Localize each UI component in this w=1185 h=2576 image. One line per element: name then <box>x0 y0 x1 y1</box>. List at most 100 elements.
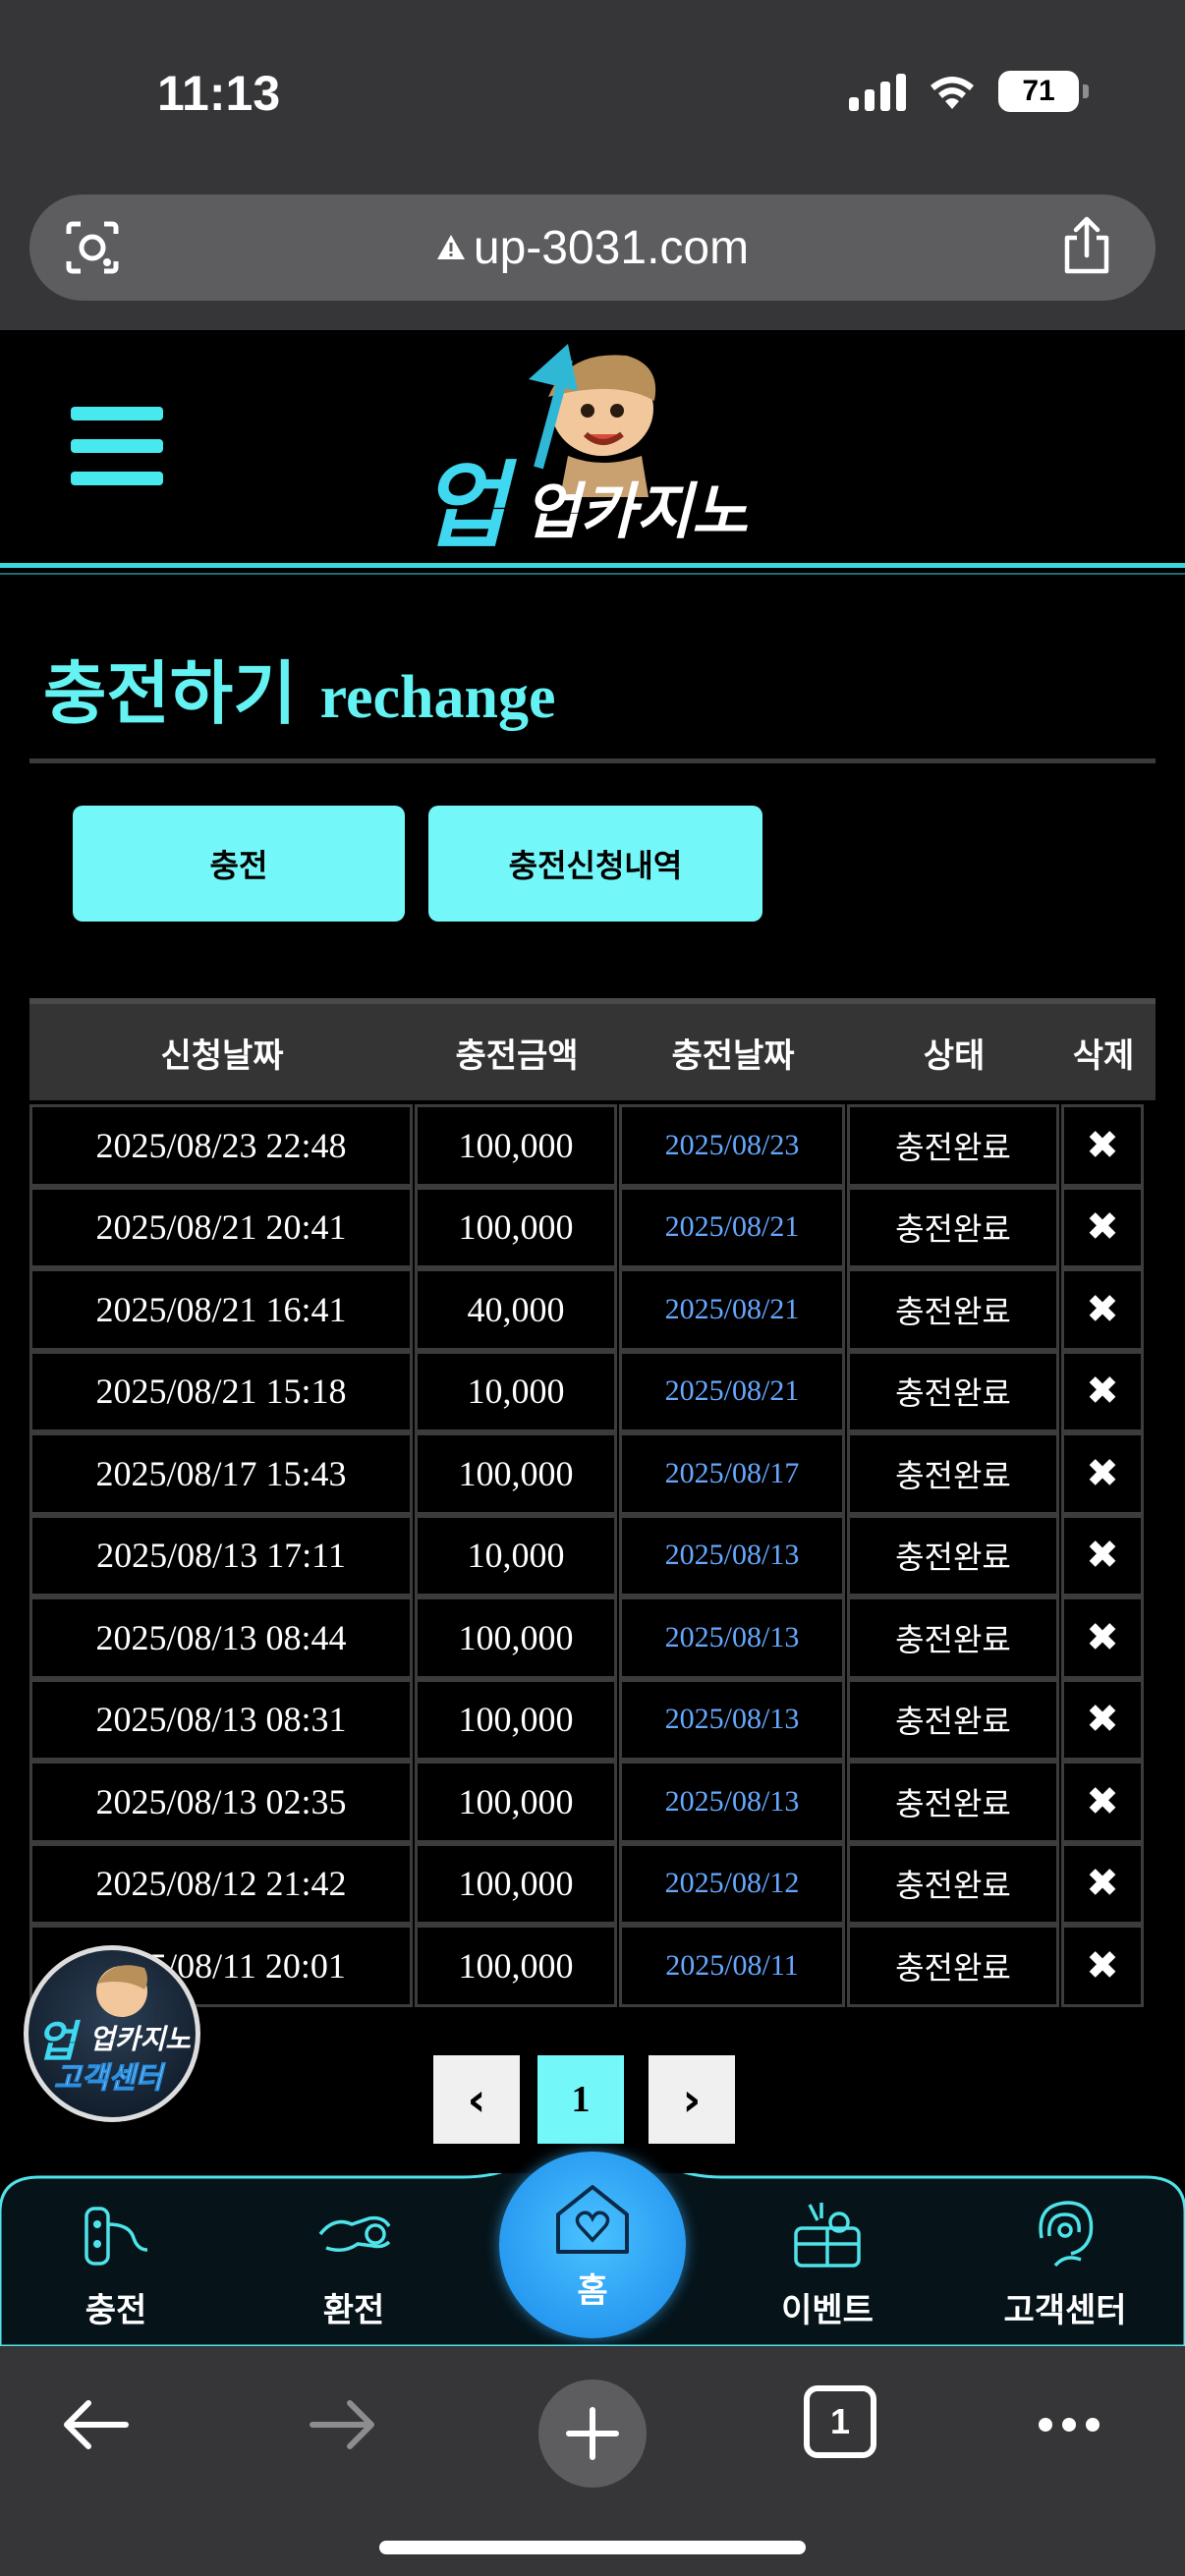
cell-status: 충전완료 <box>847 1514 1059 1596</box>
charge-icon <box>85 2207 148 2266</box>
forward-arrow-icon[interactable] <box>303 2385 381 2464</box>
up-casino-logo[interactable]: 업 업카지노 <box>421 340 764 546</box>
table-row: 2025/08/21 16:41 40,000 2025/08/21 충전완료 … <box>29 1268 1156 1351</box>
cell-amount: 100,000 <box>415 1186 617 1268</box>
table-row: 2025/08/13 02:35 100,000 2025/08/13 충전완료… <box>29 1761 1156 1843</box>
exchange-icon <box>318 2215 391 2252</box>
svg-text:업: 업 <box>421 451 517 546</box>
delete-icon[interactable]: ✖ <box>1061 1925 1144 2007</box>
cell-charged-date: 2025/08/21 <box>619 1350 845 1432</box>
url-domain: up-3031.com <box>473 221 750 274</box>
cell-amount: 100,000 <box>415 1104 617 1187</box>
nav-exchange[interactable]: 환전 <box>265 2195 442 2342</box>
delete-icon[interactable]: ✖ <box>1061 1596 1144 1679</box>
cell-requested-date: 2025/08/21 20:41 <box>29 1186 413 1268</box>
tab-switcher-button[interactable]: 1 <box>804 2385 876 2458</box>
table-header: 신청날짜 충전금액 충전날짜 상태 삭제 <box>29 998 1156 1100</box>
cell-status: 충전완료 <box>847 1842 1059 1925</box>
pagination-next-button[interactable]: › <box>649 2055 735 2144</box>
header-charged-date: 충전날짜 <box>671 1036 795 1076</box>
table-row: 2025/08/13 08:44 100,000 2025/08/13 충전완료… <box>29 1596 1156 1679</box>
nav-home-button[interactable]: 홈 <box>499 2152 686 2338</box>
wifi-icon <box>931 77 974 109</box>
cell-amount: 100,000 <box>415 1596 617 1679</box>
delete-icon[interactable]: ✖ <box>1061 1268 1144 1351</box>
delete-icon[interactable]: ✖ <box>1061 1842 1144 1925</box>
title-divider <box>29 758 1156 763</box>
nav-support-label: 고객센터 <box>1003 2291 1127 2330</box>
cell-requested-date: 2025/08/13 08:44 <box>29 1596 413 1679</box>
nav-event-label: 이벤트 <box>781 2291 874 2330</box>
pagination-prev-button[interactable]: ‹ <box>433 2055 520 2144</box>
cell-amount: 100,000 <box>415 1432 617 1515</box>
table-row: 2025/08/11 20:01 100,000 2025/08/11 충전완료… <box>29 1925 1156 2007</box>
new-tab-button[interactable] <box>538 2380 647 2488</box>
cell-amount: 100,000 <box>415 1925 617 2007</box>
back-arrow-icon[interactable] <box>57 2385 136 2464</box>
home-heart-icon <box>556 2184 629 2254</box>
delete-icon[interactable]: ✖ <box>1061 1432 1144 1515</box>
share-icon[interactable] <box>1059 216 1114 275</box>
delete-icon[interactable]: ✖ <box>1061 1678 1144 1761</box>
cell-status: 충전완료 <box>847 1186 1059 1268</box>
delete-icon[interactable]: ✖ <box>1061 1350 1144 1432</box>
cell-requested-date: 2025/08/21 15:18 <box>29 1350 413 1432</box>
delete-icon[interactable]: ✖ <box>1061 1761 1144 1843</box>
delete-icon[interactable]: ✖ <box>1061 1514 1144 1596</box>
cell-requested-date: 2025/08/12 21:42 <box>29 1842 413 1925</box>
cell-amount: 100,000 <box>415 1761 617 1843</box>
table-row: 2025/08/17 15:43 100,000 2025/08/17 충전완료… <box>29 1432 1156 1515</box>
support-icon <box>1039 2201 1094 2268</box>
gift-icon <box>794 2203 861 2268</box>
cell-charged-date: 2025/08/23 <box>619 1104 845 1187</box>
table-body: 2025/08/23 22:48 100,000 2025/08/23 충전완료… <box>29 1104 1156 2007</box>
cell-status: 충전완료 <box>847 1432 1059 1515</box>
cell-status: 충전완료 <box>847 1761 1059 1843</box>
logo-text: 업카지노 <box>524 476 748 546</box>
url-text: up-3031.com <box>436 221 749 275</box>
table-row: 2025/08/21 15:18 10,000 2025/08/21 충전완료 … <box>29 1350 1156 1432</box>
cell-charged-date: 2025/08/12 <box>619 1842 845 1925</box>
delete-icon[interactable]: ✖ <box>1061 1104 1144 1187</box>
status-time: 11:13 <box>157 66 281 121</box>
browser-top-chrome: 11:13 71 up-3031.com <box>0 0 1185 330</box>
nav-support[interactable]: 고객센터 <box>977 2195 1154 2342</box>
url-bar[interactable]: up-3031.com <box>29 195 1156 301</box>
cell-status: 충전완료 <box>847 1596 1059 1679</box>
camera-lens-icon[interactable] <box>63 220 122 275</box>
bottom-navigation: 충전 환전 홈 이벤트 고객센터 <box>0 2152 1185 2346</box>
cell-status: 충전완료 <box>847 1268 1059 1351</box>
cell-amount: 100,000 <box>415 1842 617 1925</box>
table-row: 2025/08/13 17:11 10,000 2025/08/13 충전완료 … <box>29 1514 1156 1596</box>
home-indicator <box>379 2541 806 2554</box>
cell-charged-date: 2025/08/21 <box>619 1268 845 1351</box>
more-options-icon[interactable] <box>1030 2385 1108 2464</box>
cell-charged-date: 2025/08/13 <box>619 1514 845 1596</box>
cell-requested-date: 2025/08/13 08:31 <box>29 1678 413 1761</box>
cell-requested-date: 2025/08/23 22:48 <box>29 1104 413 1187</box>
nav-event[interactable]: 이벤트 <box>739 2195 916 2342</box>
battery-indicator: 71 <box>998 71 1089 112</box>
header-requested-date: 신청날짜 <box>160 1036 284 1076</box>
nav-charge[interactable]: 충전 <box>28 2195 204 2342</box>
support-badge-logo: 업 업카지노 고객센터 <box>36 1965 191 2097</box>
charge-button[interactable]: 충전 <box>73 806 405 922</box>
nav-exchange-label: 환전 <box>322 2291 385 2330</box>
browser-bottom-toolbar: 1 <box>0 2346 1185 2576</box>
charge-history-button[interactable]: 충전신청내역 <box>428 806 762 922</box>
floating-support-badge[interactable]: 업 업카지노 고객센터 <box>24 1945 200 2122</box>
cellular-signal-icon <box>849 72 906 111</box>
cell-charged-date: 2025/08/13 <box>619 1761 845 1843</box>
cell-requested-date: 2025/08/13 02:35 <box>29 1761 413 1843</box>
header-status: 상태 <box>923 1036 986 1076</box>
delete-icon[interactable]: ✖ <box>1061 1186 1144 1268</box>
cell-charged-date: 2025/08/11 <box>619 1925 845 2007</box>
page-title-korean: 충전하기 <box>43 653 297 734</box>
site-header: 업 업카지노 <box>0 330 1185 575</box>
table-row: 2025/08/23 22:48 100,000 2025/08/23 충전완료… <box>29 1104 1156 1187</box>
cell-charged-date: 2025/08/13 <box>619 1678 845 1761</box>
pagination-current-page[interactable]: 1 <box>537 2055 624 2144</box>
recharge-history-table: 신청날짜 충전금액 충전날짜 상태 삭제 2025/08/23 22:48 10… <box>29 998 1156 2007</box>
nav-charge-label: 충전 <box>85 2291 147 2330</box>
hamburger-menu-icon[interactable] <box>71 407 163 485</box>
